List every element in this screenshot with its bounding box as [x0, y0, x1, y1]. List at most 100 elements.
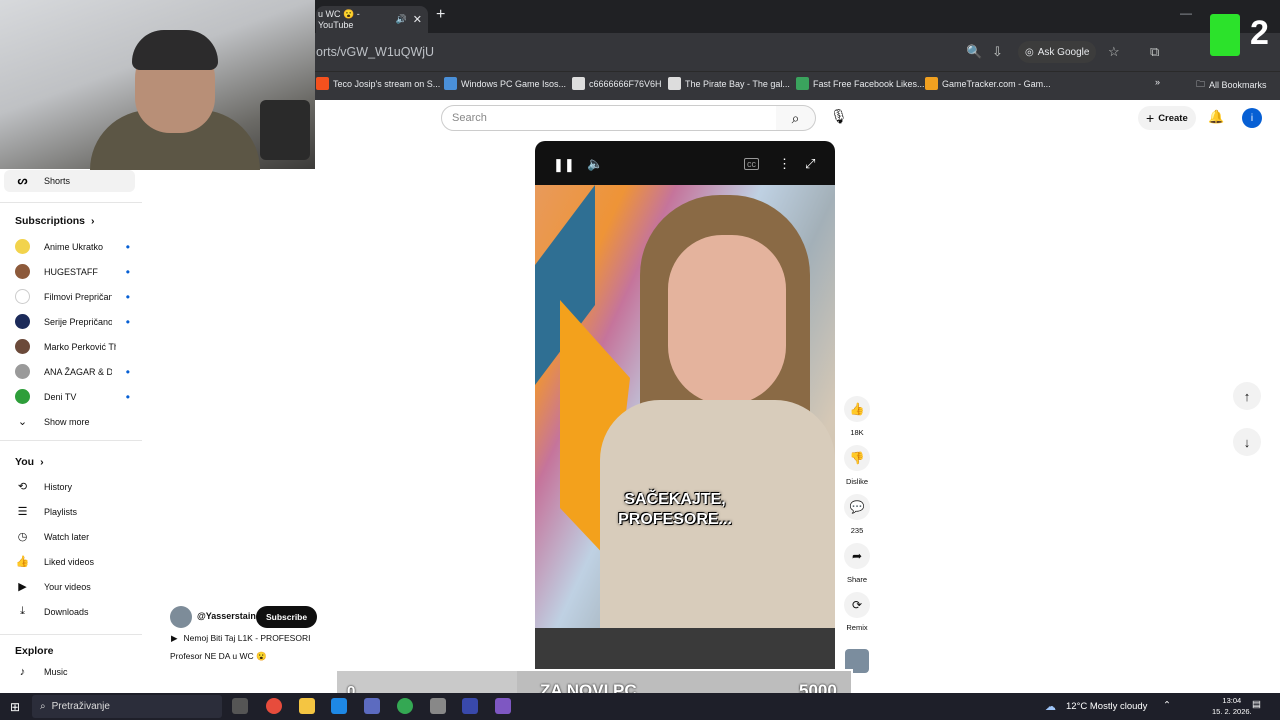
channel-avatar[interactable]: [170, 606, 192, 628]
app-icon[interactable]: [266, 698, 282, 714]
minimize-icon[interactable]: —: [1180, 6, 1192, 20]
downloads-icon: ⤓: [20, 605, 25, 617]
clock-date: 15. 2. 2026.: [1212, 707, 1252, 716]
bookmark-favicon-icon: [925, 77, 938, 90]
sidebar-item-history[interactable]: ⟲ History: [15, 480, 72, 493]
arrow-up-icon: ↑: [1243, 388, 1251, 404]
sidebar-subscription-item[interactable]: ANA ŽAGAR & DRV... •: [15, 364, 130, 379]
dislike-button[interactable]: 👎: [844, 445, 870, 471]
remix-button[interactable]: ⟳: [844, 592, 870, 618]
windows-start-icon[interactable]: ⊞: [10, 700, 20, 714]
sidebar-item-watch-later[interactable]: ◷ Watch later: [15, 530, 90, 543]
sidebar-subscription-item[interactable]: Marko Perković Th...: [15, 339, 130, 354]
video-person-face: [668, 235, 786, 405]
notifications-bell-icon[interactable]: 🔔: [1208, 109, 1224, 125]
app-icon[interactable]: [430, 698, 446, 714]
sidebar-subscription-item[interactable]: Filmovi Prepričano •: [15, 289, 130, 304]
captions-icon[interactable]: cc: [744, 158, 759, 170]
search-input[interactable]: Search: [441, 105, 777, 131]
webcam-microphone: [260, 100, 310, 160]
volume-icon[interactable]: 🔈: [587, 156, 603, 172]
channel-avatar: [15, 389, 30, 404]
address-bar[interactable]: orts/vGW_W1uQWjU: [316, 45, 434, 59]
share-label: Share: [846, 575, 867, 584]
chevron-down-icon: ⌄: [17, 416, 28, 428]
tab-close-icon[interactable]: ✕: [413, 13, 422, 26]
task-view-icon[interactable]: [232, 698, 248, 714]
sidebar-item-shorts[interactable]: ᔕ Shorts: [15, 174, 70, 187]
comments-button[interactable]: 💬: [844, 494, 870, 520]
voice-search-icon[interactable]: 🎙: [830, 108, 848, 125]
install-icon[interactable]: ⇩: [992, 44, 1003, 60]
sidebar-item-label: Marko Perković Th...: [44, 341, 116, 352]
sidebar-subscription-item[interactable]: Deni TV •: [15, 389, 130, 404]
sidebar-item-music[interactable]: ♪ Music: [15, 666, 68, 678]
chrome-icon[interactable]: [397, 698, 413, 714]
sidebar-subscription-item[interactable]: Serije Prepričano •: [15, 314, 130, 329]
bookmark-label: GameTracker.com - Gam...: [942, 78, 1051, 89]
app-icon[interactable]: [462, 698, 478, 714]
store-icon[interactable]: [364, 698, 380, 714]
play-icon: ▶: [171, 633, 178, 643]
bookmark-item[interactable]: Windows PC Game Isos...: [444, 77, 566, 90]
pause-icon[interactable]: ❚❚: [553, 157, 575, 173]
like-button[interactable]: 👍: [844, 396, 870, 422]
search-button[interactable]: ⌕: [776, 105, 816, 131]
bookmark-star-icon[interactable]: ☆: [1108, 44, 1120, 60]
bookmark-item[interactable]: GameTracker.com - Gam...: [925, 77, 1051, 90]
taskbar-clock[interactable]: 13:04 15. 2. 2026.: [1212, 695, 1252, 717]
previous-short-button[interactable]: ↑: [1233, 382, 1261, 410]
liked-videos-icon: 👍: [15, 556, 30, 568]
video-bottom-strip: [535, 628, 835, 671]
new-tab-button[interactable]: +: [436, 6, 445, 24]
next-short-button[interactable]: ↓: [1233, 428, 1261, 456]
bookmark-label: Windows PC Game Isos...: [461, 78, 567, 89]
tray-chevron-icon[interactable]: ⌃: [1163, 700, 1171, 711]
extensions-icon[interactable]: ⧉: [1150, 44, 1159, 60]
create-button[interactable]: + Create: [1138, 106, 1196, 130]
all-bookmarks-button[interactable]: 🗀 All Bookmarks: [1196, 77, 1267, 93]
bookmark-item[interactable]: c6666666F76V6H: [572, 77, 662, 90]
edge-icon[interactable]: [331, 698, 347, 714]
notification-center-icon[interactable]: ▤: [1252, 699, 1261, 710]
webcam-person-headset: [132, 30, 218, 70]
file-explorer-icon[interactable]: [299, 698, 315, 714]
caption-line-1: SAČEKAJTE,: [624, 491, 726, 508]
speaker-icon[interactable]: 🔊: [396, 14, 407, 25]
fullscreen-icon[interactable]: ⤢: [805, 156, 815, 172]
zoom-icon[interactable]: 🔍: [966, 44, 982, 60]
sidebar-item-playlists[interactable]: ☰ Playlists: [15, 505, 77, 518]
weather-icon[interactable]: ☁: [1045, 700, 1056, 713]
app-icon[interactable]: [495, 698, 511, 714]
bookmark-item[interactable]: Fast Free Facebook Likes...: [796, 77, 925, 90]
sidebar-item-label: Your videos: [44, 581, 91, 592]
sidebar-item-your-videos[interactable]: ▶ Your videos: [15, 580, 91, 593]
your-videos-icon: ▶: [18, 581, 27, 593]
channel-handle[interactable]: @Yasserstain: [197, 611, 256, 621]
bookmark-item[interactable]: Teco Josip's stream on S...: [316, 77, 440, 90]
bookmark-favicon-icon: [572, 77, 585, 90]
more-bookmarks-button[interactable]: »: [1155, 77, 1160, 87]
subscriptions-heading[interactable]: Subscriptions ›: [15, 215, 95, 227]
show-more-button[interactable]: ⌄ Show more: [15, 415, 90, 428]
sidebar-item-liked-videos[interactable]: 👍 Liked videos: [15, 555, 94, 568]
watch-later-icon: ◷: [17, 531, 28, 543]
bookmark-label: c6666666F76V6H: [589, 78, 662, 89]
playlists-icon: ☰: [17, 506, 28, 518]
subscribe-button[interactable]: Subscribe: [256, 606, 318, 628]
weather-text[interactable]: 12°C Mostly cloudy: [1066, 701, 1147, 712]
browser-tab[interactable]: u WC 😮 - YouTube 🔊 ✕: [316, 6, 428, 33]
account-avatar[interactable]: i: [1242, 108, 1262, 128]
sidebar-subscription-item[interactable]: Anime Ukratko •: [15, 239, 130, 254]
more-options-icon[interactable]: ⋮: [778, 156, 791, 172]
plus-icon: +: [1146, 110, 1155, 126]
sidebar-subscription-item[interactable]: HUGESTAFF •: [15, 264, 130, 279]
share-button[interactable]: ➦: [844, 543, 870, 569]
taskbar-search[interactable]: ⌕ Pretraživanje: [32, 695, 222, 718]
sidebar-item-downloads[interactable]: ⤓ Downloads: [15, 605, 88, 618]
you-heading[interactable]: You ›: [15, 456, 44, 468]
bookmark-item[interactable]: The Pirate Bay - The gal...: [668, 77, 790, 90]
ask-google-button[interactable]: ◎ Ask Google: [1018, 41, 1097, 63]
bookmark-label: The Pirate Bay - The gal...: [685, 78, 790, 89]
video-title-row[interactable]: ▶ Nemoj Biti Taj L1K - PROFESORI: [171, 633, 310, 644]
